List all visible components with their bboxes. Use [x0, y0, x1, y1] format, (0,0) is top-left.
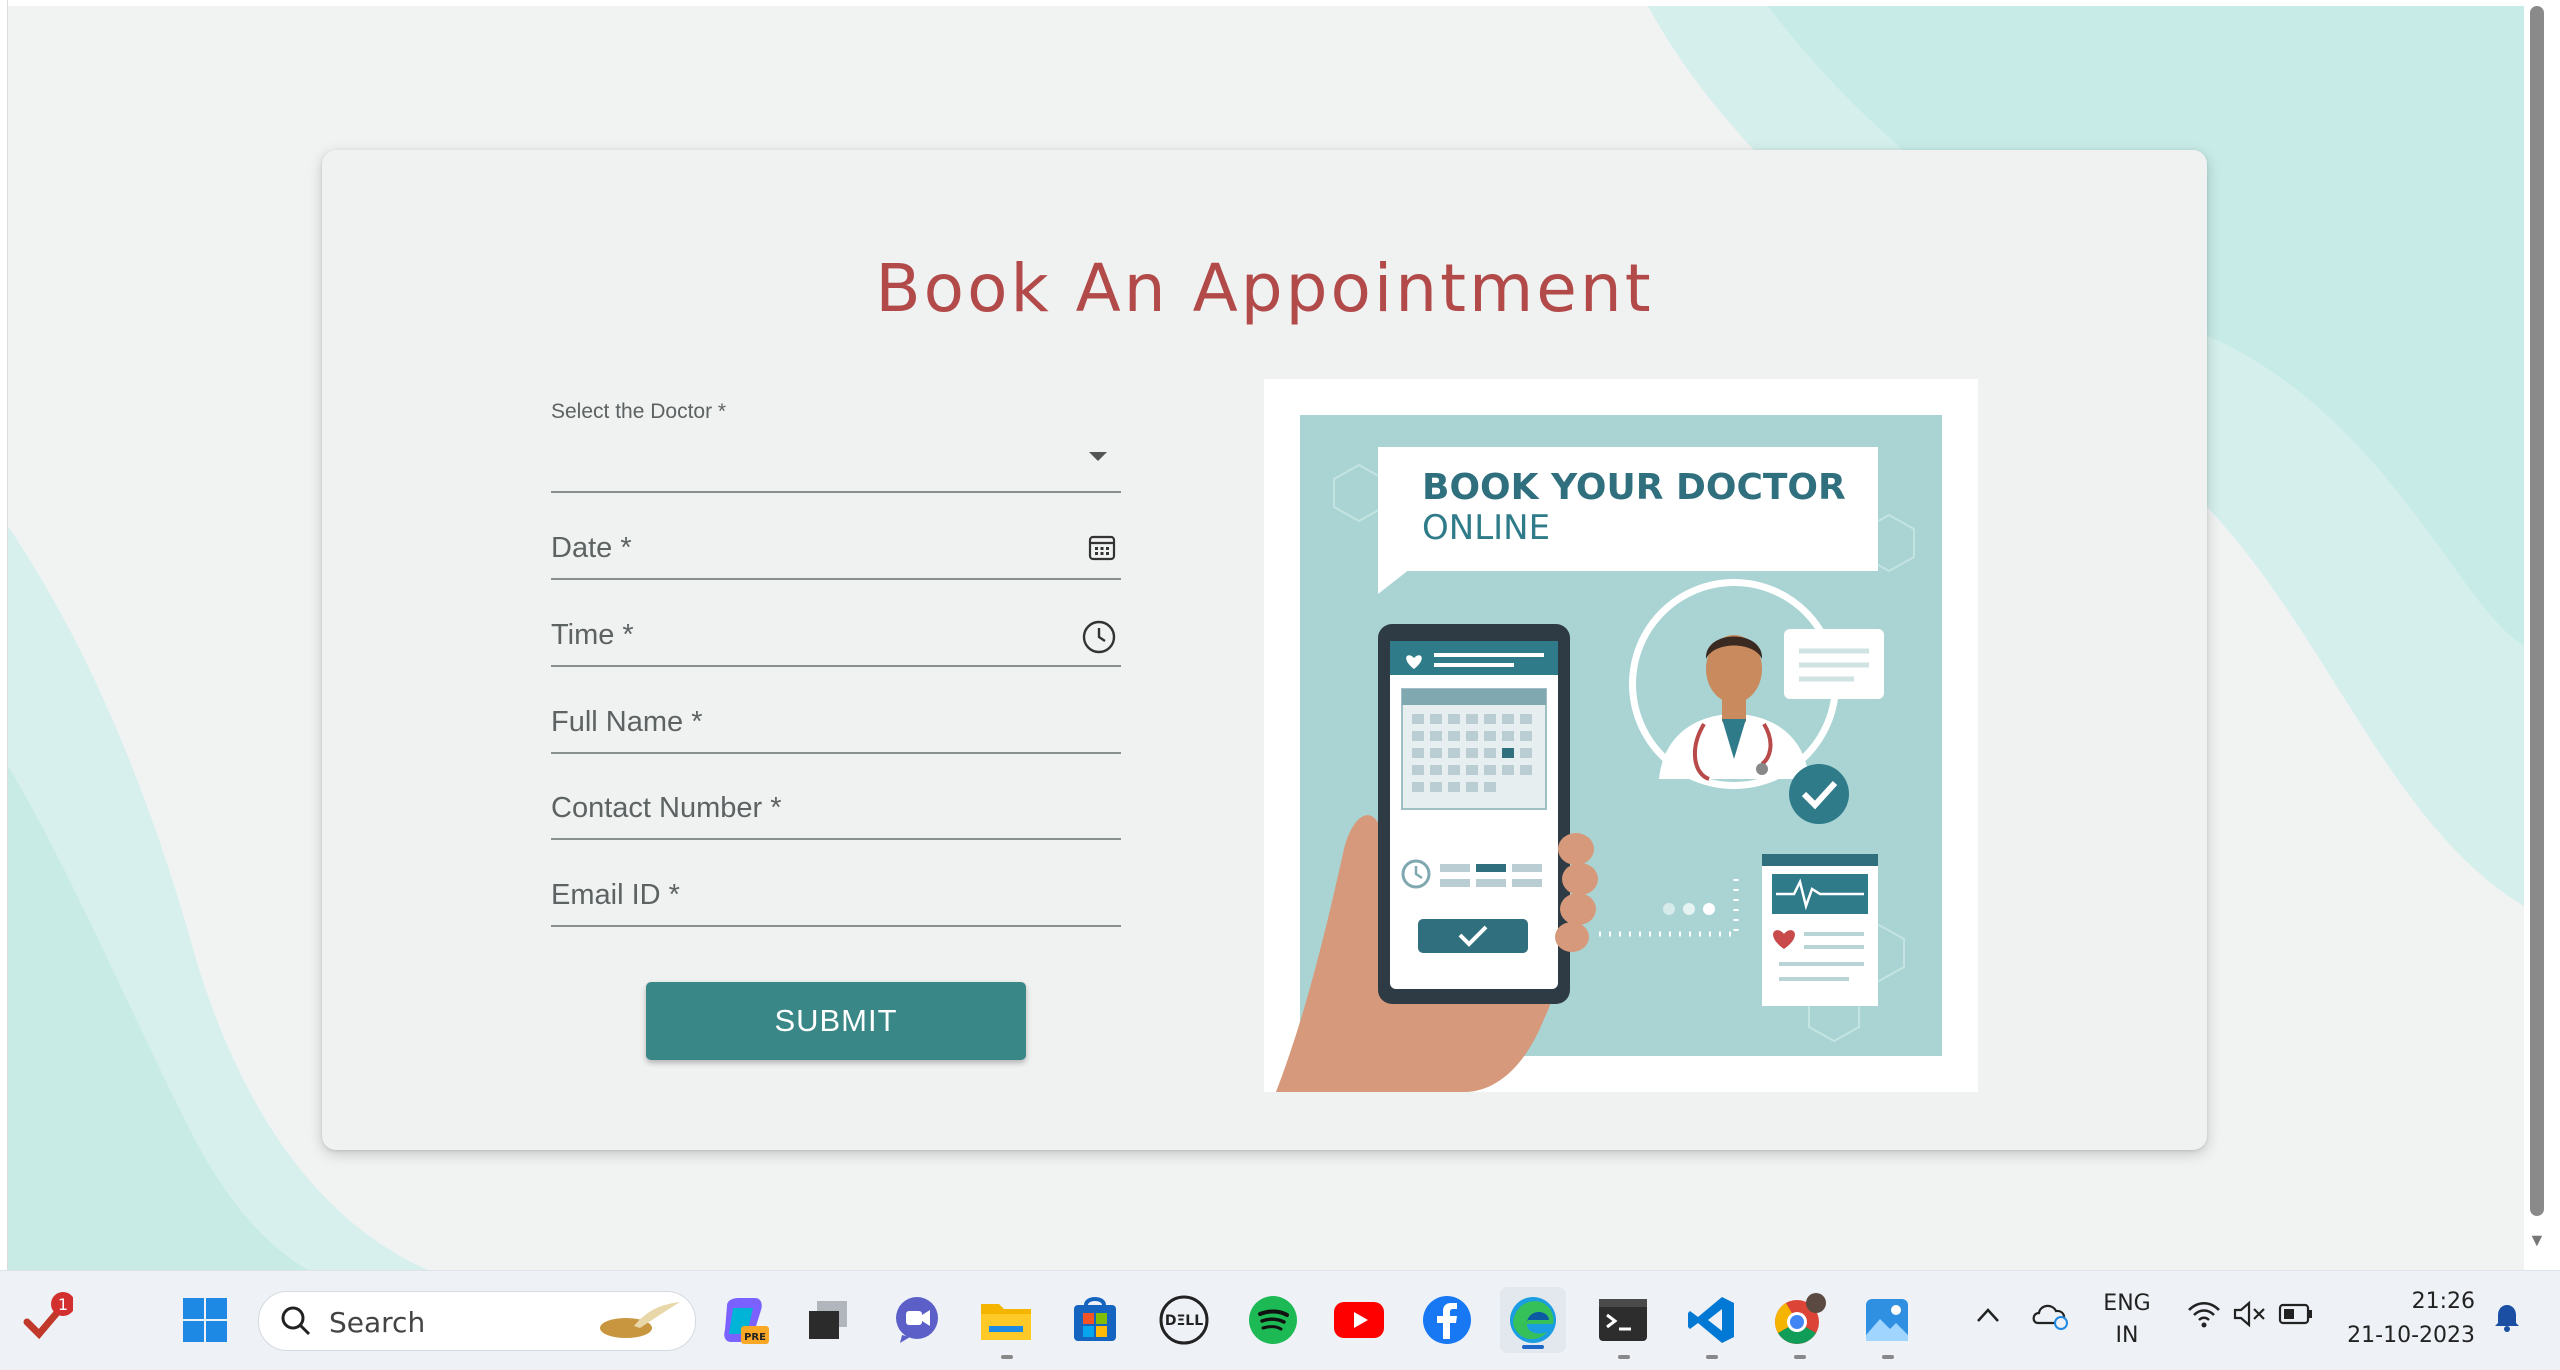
calendar-icon[interactable] [1087, 532, 1117, 567]
time-field-label: Time * [551, 619, 634, 651]
copilot-badge: PRE [744, 1332, 766, 1343]
volume-muted-icon[interactable] [2232, 1299, 2268, 1334]
vscode-icon[interactable] [1678, 1287, 1744, 1353]
bell-icon[interactable] [2492, 1301, 2522, 1338]
date-field[interactable]: Date * [551, 522, 1121, 580]
file-explorer-icon[interactable] [973, 1287, 1039, 1353]
window-left-edge [0, 0, 8, 1270]
facebook-icon[interactable] [1414, 1287, 1480, 1353]
running-indicator [1001, 1355, 1013, 1359]
scroll-down-arrow-icon[interactable]: ▼ [2528, 1230, 2546, 1251]
contact-number-label: Contact Number * [551, 792, 782, 824]
svg-text:DΞLL: DΞLL [1165, 1313, 1203, 1329]
search-highlight-image-icon [594, 1298, 684, 1349]
doctor-select-label: Select the Doctor * [551, 400, 727, 423]
active-app-indicator [1522, 1345, 1544, 1349]
full-name-label: Full Name * [551, 706, 703, 738]
region-indicator[interactable]: IN [2092, 1323, 2162, 1348]
copilot-icon[interactable]: PRE [712, 1287, 778, 1353]
meet-icon[interactable] [884, 1287, 950, 1353]
contact-number-field[interactable]: Contact Number * [551, 782, 1121, 840]
running-indicator [1882, 1355, 1894, 1359]
submit-button[interactable]: SUBMIT [646, 982, 1026, 1060]
running-indicator [1794, 1355, 1806, 1359]
edge-icon[interactable] [1500, 1287, 1566, 1353]
taskbar: 1 Search PRE DΞLL ENG IN 21:26 21-10-202… [0, 1270, 2560, 1370]
date-field-label: Date * [551, 532, 632, 564]
youtube-icon[interactable] [1326, 1287, 1392, 1353]
clock-icon[interactable] [1081, 619, 1117, 660]
chrome-icon[interactable] [1766, 1287, 1832, 1353]
task-view-icon[interactable] [795, 1287, 861, 1353]
email-field-label: Email ID * [551, 879, 680, 911]
page-title: Book An Appointment [875, 250, 1654, 327]
running-indicator [1618, 1355, 1630, 1359]
illustration-headline: BOOK YOUR DOCTOR [1422, 467, 1846, 508]
start-icon[interactable] [172, 1287, 238, 1353]
wifi-icon[interactable] [2186, 1299, 2222, 1334]
scrollbar-thumb[interactable] [2530, 6, 2544, 1216]
email-field[interactable]: Email ID * [551, 869, 1121, 927]
store-icon[interactable] [1062, 1287, 1128, 1353]
doctor-select[interactable]: Select the Doctor * [551, 400, 1121, 493]
notification-app-icon[interactable]: 1 [12, 1287, 78, 1353]
running-indicator [1706, 1355, 1718, 1359]
spotify-icon[interactable] [1240, 1287, 1306, 1353]
photos-icon[interactable] [1854, 1287, 1920, 1353]
search-placeholder: Search [329, 1306, 426, 1339]
onedrive-sync-icon[interactable] [2030, 1299, 2070, 1336]
appointment-card: Book An Appointment Select the Doctor * … [322, 150, 2207, 1150]
taskbar-search-box[interactable]: Search [258, 1291, 696, 1351]
full-name-field[interactable]: Full Name * [551, 696, 1121, 754]
notification-count: 1 [58, 1295, 68, 1314]
chevron-down-icon[interactable] [1089, 452, 1107, 461]
terminal-icon[interactable] [1590, 1287, 1656, 1353]
book-doctor-illustration: BOOK YOUR DOCTOR ONLINE [1264, 379, 1978, 1092]
show-hidden-icons-chevron-up-icon[interactable] [1975, 1305, 2001, 1330]
search-icon [279, 1304, 313, 1343]
clock-date[interactable]: 21-10-2023 [2335, 1323, 2475, 1348]
illustration-subline: ONLINE [1422, 508, 1550, 548]
clock-time[interactable]: 21:26 [2335, 1289, 2475, 1314]
language-indicator[interactable]: ENG [2092, 1291, 2162, 1316]
time-field[interactable]: Time * [551, 609, 1121, 667]
battery-icon[interactable] [2278, 1301, 2314, 1332]
dell-icon[interactable]: DΞLL [1151, 1287, 1217, 1353]
